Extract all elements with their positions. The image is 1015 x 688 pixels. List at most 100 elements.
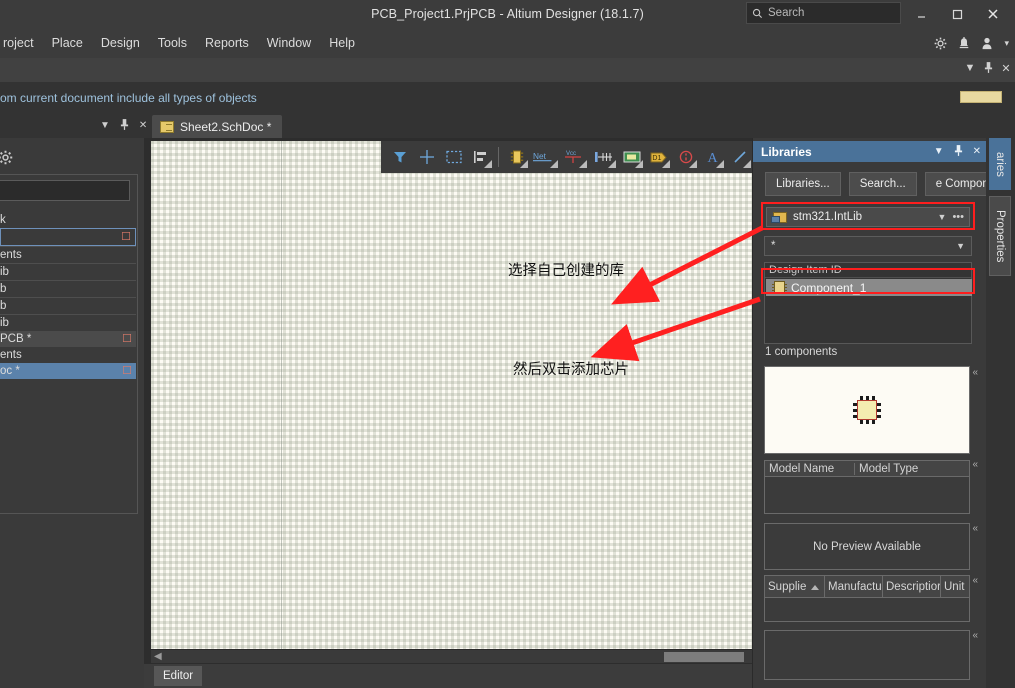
tree-item[interactable]: ents bbox=[0, 247, 136, 263]
component-list-row[interactable]: Component_1 bbox=[766, 279, 972, 296]
description-column[interactable]: Descriptior bbox=[883, 576, 941, 597]
panel-close-button[interactable]: ✕ bbox=[999, 62, 1013, 75]
vtab-libraries[interactable]: aries bbox=[989, 138, 1011, 190]
user-avatar-icon[interactable] bbox=[981, 37, 993, 50]
pin-icon bbox=[954, 144, 962, 156]
libraries-button[interactable]: Libraries... bbox=[765, 172, 841, 196]
global-search-input[interactable]: Search bbox=[746, 2, 901, 24]
left-panel-dropdown-button[interactable]: ▼ bbox=[100, 120, 110, 131]
scroll-left-arrow-icon[interactable]: ◀ bbox=[154, 651, 162, 662]
gear-icon[interactable] bbox=[0, 150, 13, 169]
menu-item-reports[interactable]: Reports bbox=[196, 32, 258, 54]
menu-label: Help bbox=[329, 36, 355, 50]
status-bar: Editor bbox=[144, 664, 752, 688]
gear-icon[interactable] bbox=[934, 37, 947, 50]
menu-item-project[interactable]: roject bbox=[0, 32, 43, 54]
collapse-footprint-preview-icon[interactable]: « bbox=[972, 524, 978, 534]
libraries-panel: Libraries ▼ ✕ Libraries... Search... e C… bbox=[752, 138, 1007, 688]
left-panel-close-button[interactable]: ✕ bbox=[139, 120, 147, 131]
close-button[interactable] bbox=[975, 0, 1011, 28]
selection-box-icon[interactable] bbox=[441, 144, 466, 170]
no-erc-icon[interactable] bbox=[673, 144, 698, 170]
tree-item[interactable]: b bbox=[0, 298, 136, 314]
filter-color-swatch[interactable] bbox=[960, 91, 1002, 103]
line-icon[interactable] bbox=[727, 144, 752, 170]
chevron-down-icon[interactable]: ▼ bbox=[938, 212, 947, 222]
chevron-down-icon[interactable]: ▾ bbox=[1004, 38, 1009, 49]
tree-item[interactable]: ib bbox=[0, 315, 136, 331]
minimize-icon bbox=[917, 15, 925, 18]
component-filter-dropdown[interactable]: * ▼ bbox=[764, 236, 972, 256]
menu-item-place[interactable]: Place bbox=[43, 32, 92, 54]
library-options-ellipsis-button[interactable]: ••• bbox=[952, 211, 964, 223]
text-string-icon[interactable]: A bbox=[700, 144, 725, 170]
collapse-model-table-icon[interactable]: « bbox=[972, 460, 978, 470]
schematic-tools-toolbar: Net Vcc D1 A bbox=[381, 141, 758, 173]
align-icon[interactable] bbox=[468, 144, 493, 170]
projects-search-input[interactable] bbox=[0, 180, 130, 201]
projects-panel: k ☐ ents ib b b ib PCB * ☐ ents oc * ☐ bbox=[0, 138, 144, 688]
filter-icon[interactable] bbox=[387, 144, 412, 170]
model-name-column[interactable]: Model Name bbox=[765, 462, 855, 475]
pin-icon bbox=[120, 118, 129, 130]
editor-tab[interactable]: Editor bbox=[154, 666, 203, 686]
tree-item[interactable]: PCB * ☐ bbox=[0, 331, 136, 347]
document-icon: ☐ bbox=[121, 230, 131, 243]
horizontal-scrollbar[interactable]: ◀ bbox=[151, 649, 752, 663]
chevron-down-icon[interactable]: ▼ bbox=[956, 241, 965, 251]
svg-text:Net: Net bbox=[533, 151, 547, 161]
vtab-properties[interactable]: Properties bbox=[989, 196, 1011, 276]
tree-item[interactable]: ☐ bbox=[0, 228, 136, 246]
footprint-preview: No Preview Available bbox=[764, 523, 970, 570]
menu-item-design[interactable]: Design bbox=[92, 32, 149, 54]
tree-item[interactable]: ib bbox=[0, 264, 136, 280]
library-select-dropdown[interactable]: stm321.IntLib ▼ ••• bbox=[766, 207, 970, 227]
manufacturer-column[interactable]: Manufactu bbox=[825, 576, 883, 597]
tree-item-label: k bbox=[0, 214, 6, 226]
tree-item-selected[interactable]: oc * ☐ bbox=[0, 363, 136, 379]
tree-item[interactable]: ents bbox=[0, 347, 136, 363]
model-type-column[interactable]: Model Type bbox=[855, 463, 918, 475]
supplier-table-body bbox=[764, 598, 970, 622]
component-list-column-header[interactable]: Design Item ID bbox=[765, 263, 971, 278]
notification-bell-icon[interactable] bbox=[958, 36, 970, 50]
unit-column[interactable]: Unit bbox=[941, 576, 969, 597]
port-icon[interactable]: D1 bbox=[646, 144, 671, 170]
scrollbar-thumb[interactable] bbox=[664, 652, 744, 662]
tree-item[interactable]: k bbox=[0, 212, 136, 228]
maximize-button[interactable] bbox=[939, 0, 975, 28]
crosshair-move-icon[interactable] bbox=[414, 144, 439, 170]
menu-label: Window bbox=[266, 36, 312, 50]
library-icon bbox=[771, 211, 787, 223]
net-label-icon[interactable]: Net bbox=[531, 144, 559, 170]
tree-item-label: oc * bbox=[0, 365, 20, 377]
menu-item-help[interactable]: Help bbox=[320, 32, 364, 54]
panel-pin-button[interactable] bbox=[981, 62, 995, 76]
menu-item-window[interactable]: Window bbox=[258, 32, 320, 54]
supplier-column[interactable]: Supplie bbox=[765, 576, 825, 597]
collapse-symbol-preview-icon[interactable]: « bbox=[972, 368, 978, 378]
tree-item-label: PCB * bbox=[0, 333, 32, 345]
tree-item[interactable]: b bbox=[0, 281, 136, 297]
tree-item-label: ib bbox=[0, 266, 9, 278]
library-footer-box bbox=[764, 630, 970, 680]
menu-item-tools[interactable]: Tools bbox=[149, 32, 196, 54]
libraries-panel-header: Libraries ▼ ✕ bbox=[753, 141, 987, 162]
libraries-dropdown-button[interactable]: ▼ bbox=[934, 146, 944, 157]
left-panel-pin-button[interactable] bbox=[120, 118, 129, 133]
gnd-power-port-icon[interactable] bbox=[590, 144, 617, 170]
document-tab-sheet2[interactable]: Sheet2.SchDoc * bbox=[152, 115, 283, 138]
schematic-canvas[interactable] bbox=[151, 141, 752, 654]
collapse-footer-icon[interactable]: « bbox=[972, 631, 978, 641]
minimize-button[interactable] bbox=[903, 0, 939, 28]
libraries-close-button[interactable]: ✕ bbox=[973, 146, 981, 157]
place-part-icon[interactable] bbox=[504, 144, 529, 170]
panel-dropdown-button[interactable]: ▼ bbox=[963, 62, 977, 74]
search-button[interactable]: Search... bbox=[848, 172, 917, 196]
vcc-power-port-icon[interactable]: Vcc bbox=[561, 144, 588, 170]
supplier-column-label: Supplie bbox=[768, 580, 807, 593]
collapse-supplier-table-icon[interactable]: « bbox=[972, 576, 978, 586]
menu-label: Design bbox=[100, 36, 140, 50]
libraries-pin-button[interactable] bbox=[954, 144, 963, 159]
sheet-symbol-icon[interactable] bbox=[619, 144, 644, 170]
